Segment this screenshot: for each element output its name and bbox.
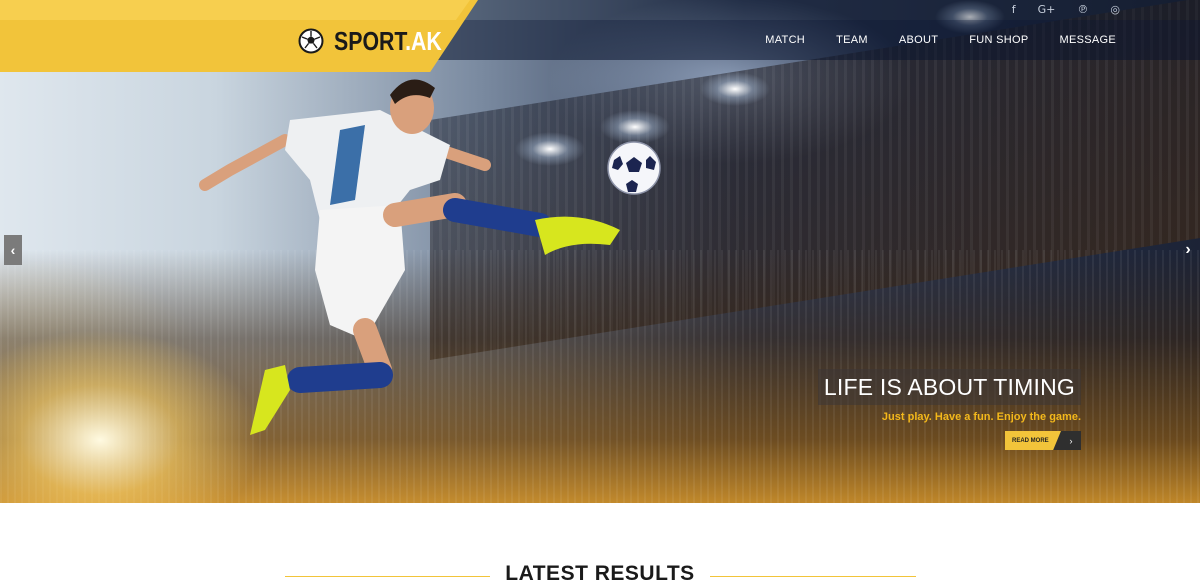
slide-title: LIFE IS ABOUT TIMING: [817, 369, 1081, 405]
pinterest-icon[interactable]: ℗: [1077, 3, 1088, 16]
nav-item-fun-shop[interactable]: FUN SHOP: [969, 34, 1028, 46]
hero-slider: [0, 0, 1200, 503]
floodlight: [700, 72, 770, 106]
read-more-button[interactable]: READ MORE ›: [1005, 431, 1081, 450]
nav-item-about[interactable]: ABOUT: [899, 34, 938, 46]
site-logo[interactable]: SPORT.AK: [298, 26, 465, 56]
slider-prev-button[interactable]: ‹: [4, 235, 22, 265]
google-plus-icon[interactable]: G+: [1038, 3, 1056, 16]
social-links: f G+ ℗ ◎: [1012, 0, 1120, 18]
section-title-latest-results: LATEST RESULTS: [505, 562, 695, 585]
soccer-ball-icon: [298, 28, 324, 54]
main-menu: MATCH TEAM ABOUT FUN SHOP MESSAGE: [765, 20, 1116, 60]
slide-subtitle: Just play. Have a fun. Enjoy the game.: [881, 411, 1081, 423]
logo-text-accent: .AK: [405, 25, 442, 56]
nav-item-message[interactable]: MESSAGE: [1059, 34, 1116, 46]
nav-item-team[interactable]: TEAM: [836, 34, 868, 46]
logo-text-main: SPORT: [334, 25, 406, 56]
chevron-right-icon: ›: [1069, 435, 1073, 446]
chevron-right-icon: ›: [1185, 241, 1191, 258]
player-image: [199, 79, 620, 435]
soccer-ball-image: [607, 141, 661, 195]
slider-next-button[interactable]: ›: [1180, 240, 1196, 260]
chevron-left-icon: ‹: [10, 242, 16, 258]
logo-band-highlight: [0, 0, 470, 20]
read-more-label: READ MORE: [1005, 431, 1061, 450]
instagram-icon[interactable]: ◎: [1110, 3, 1120, 16]
logo-text: SPORT.AK: [334, 26, 442, 57]
nav-item-match[interactable]: MATCH: [765, 34, 805, 46]
facebook-icon[interactable]: f: [1012, 3, 1016, 16]
